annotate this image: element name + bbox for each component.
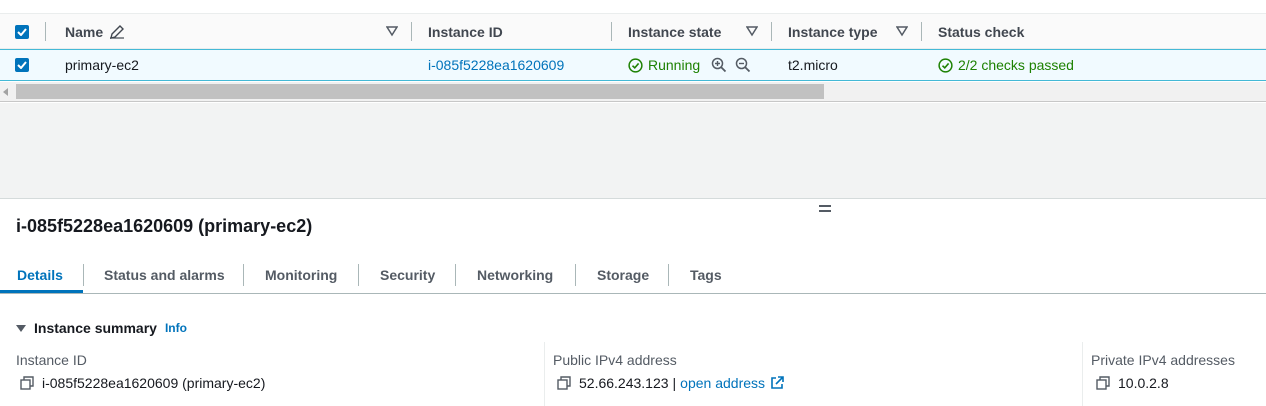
column-header-status-check-label: Status check xyxy=(938,23,1025,40)
external-link-icon[interactable] xyxy=(770,376,784,390)
checkbox-checked-icon xyxy=(15,58,29,72)
detail-tabs: Details Status and alarms Monitoring Sec… xyxy=(0,258,1266,294)
column-header-status-check[interactable]: Status check xyxy=(938,14,1024,49)
row-status-check-label: 2/2 checks passed xyxy=(958,57,1074,73)
private-ip-value: 10.0.2.8 xyxy=(1096,373,1169,393)
row-instance-state-label: Running xyxy=(648,57,701,73)
resize-handle-icon[interactable] xyxy=(819,205,831,213)
copy-icon[interactable] xyxy=(1096,376,1110,390)
tab-tags[interactable]: Tags xyxy=(690,258,722,292)
horizontal-scrollbar[interactable] xyxy=(0,82,1266,102)
column-header-instance-state[interactable]: Instance state xyxy=(628,14,721,49)
row-instance-state: Running xyxy=(628,50,700,80)
active-tab-indicator xyxy=(0,290,83,293)
section-title: Instance summary xyxy=(34,320,157,336)
column-divider[interactable] xyxy=(921,22,922,41)
table-row[interactable]: primary-ec2 i-085f5228ea1620609 Running … xyxy=(0,49,1266,81)
table-header: Name Instance ID Instance state Instance… xyxy=(0,14,1266,49)
scroll-left-arrow-icon[interactable] xyxy=(3,88,8,96)
info-link[interactable]: Info xyxy=(165,321,187,335)
column-header-instance-id[interactable]: Instance ID xyxy=(428,14,503,49)
tab-storage[interactable]: Storage xyxy=(597,258,649,292)
tab-divider xyxy=(455,264,456,286)
row-instance-type: t2.micro xyxy=(788,57,838,73)
sort-icon[interactable] xyxy=(386,25,398,37)
public-ip-text: 52.66.243.123 xyxy=(579,375,669,391)
tab-details[interactable]: Details xyxy=(17,258,63,292)
status-ok-icon xyxy=(938,57,953,73)
column-header-instance-id-label: Instance ID xyxy=(428,23,503,40)
instance-id-label: Instance ID xyxy=(16,352,87,368)
separator: | xyxy=(672,375,677,391)
instance-id-value: i-085f5228ea1620609 (primary-ec2) xyxy=(20,373,265,393)
column-header-name-label: Name xyxy=(65,23,104,40)
edit-icon xyxy=(109,24,125,39)
tab-divider xyxy=(575,264,576,286)
tab-security[interactable]: Security xyxy=(380,258,435,292)
status-ok-icon xyxy=(628,57,643,73)
select-all-checkbox[interactable] xyxy=(15,14,29,49)
private-ip-label: Private IPv4 addresses xyxy=(1091,352,1235,368)
tab-monitoring[interactable]: Monitoring xyxy=(265,258,337,292)
copy-icon[interactable] xyxy=(20,376,34,390)
tab-status-and-alarms[interactable]: Status and alarms xyxy=(104,258,225,292)
caret-down-icon xyxy=(16,324,26,332)
row-checkbox[interactable] xyxy=(15,50,29,80)
open-address-link[interactable]: open address xyxy=(680,375,765,391)
column-divider xyxy=(45,22,46,41)
tab-divider xyxy=(358,264,359,286)
column-header-instance-state-label: Instance state xyxy=(628,23,722,40)
tab-divider xyxy=(243,264,244,286)
scrollbar-thumb[interactable] xyxy=(16,84,824,99)
page-title: i-085f5228ea1620609 (primary-ec2) xyxy=(16,216,313,236)
tab-divider xyxy=(668,264,669,286)
column-divider xyxy=(544,342,545,406)
table-empty-area xyxy=(0,103,1266,199)
row-status-check: 2/2 checks passed xyxy=(938,50,1074,80)
instance-id-text: i-085f5228ea1620609 (primary-ec2) xyxy=(42,375,266,391)
public-ip-label: Public IPv4 address xyxy=(553,352,677,368)
column-header-name[interactable]: Name xyxy=(65,14,125,49)
zoom-in-icon[interactable] xyxy=(711,50,727,80)
top-strip xyxy=(0,0,1266,14)
row-instance-id-link[interactable]: i-085f5228ea1620609 xyxy=(428,50,564,80)
column-divider[interactable] xyxy=(611,22,612,41)
tab-divider xyxy=(83,264,84,286)
sort-icon[interactable] xyxy=(896,25,908,37)
zoom-out-icon[interactable] xyxy=(735,50,751,80)
column-divider xyxy=(1082,342,1083,406)
public-ip-value: 52.66.243.123 | open address xyxy=(557,373,784,393)
column-header-instance-type-label: Instance type xyxy=(788,23,878,40)
sort-icon[interactable] xyxy=(746,25,758,37)
row-name: primary-ec2 xyxy=(65,57,139,73)
copy-icon[interactable] xyxy=(557,376,571,390)
section-instance-summary[interactable]: Instance summary Info xyxy=(16,318,187,338)
checkbox-checked-icon xyxy=(15,24,29,39)
column-divider[interactable] xyxy=(411,22,412,41)
tab-networking[interactable]: Networking xyxy=(477,258,553,292)
column-header-instance-type[interactable]: Instance type xyxy=(788,14,877,49)
column-divider[interactable] xyxy=(771,22,772,41)
private-ip-text: 10.0.2.8 xyxy=(1118,375,1169,391)
